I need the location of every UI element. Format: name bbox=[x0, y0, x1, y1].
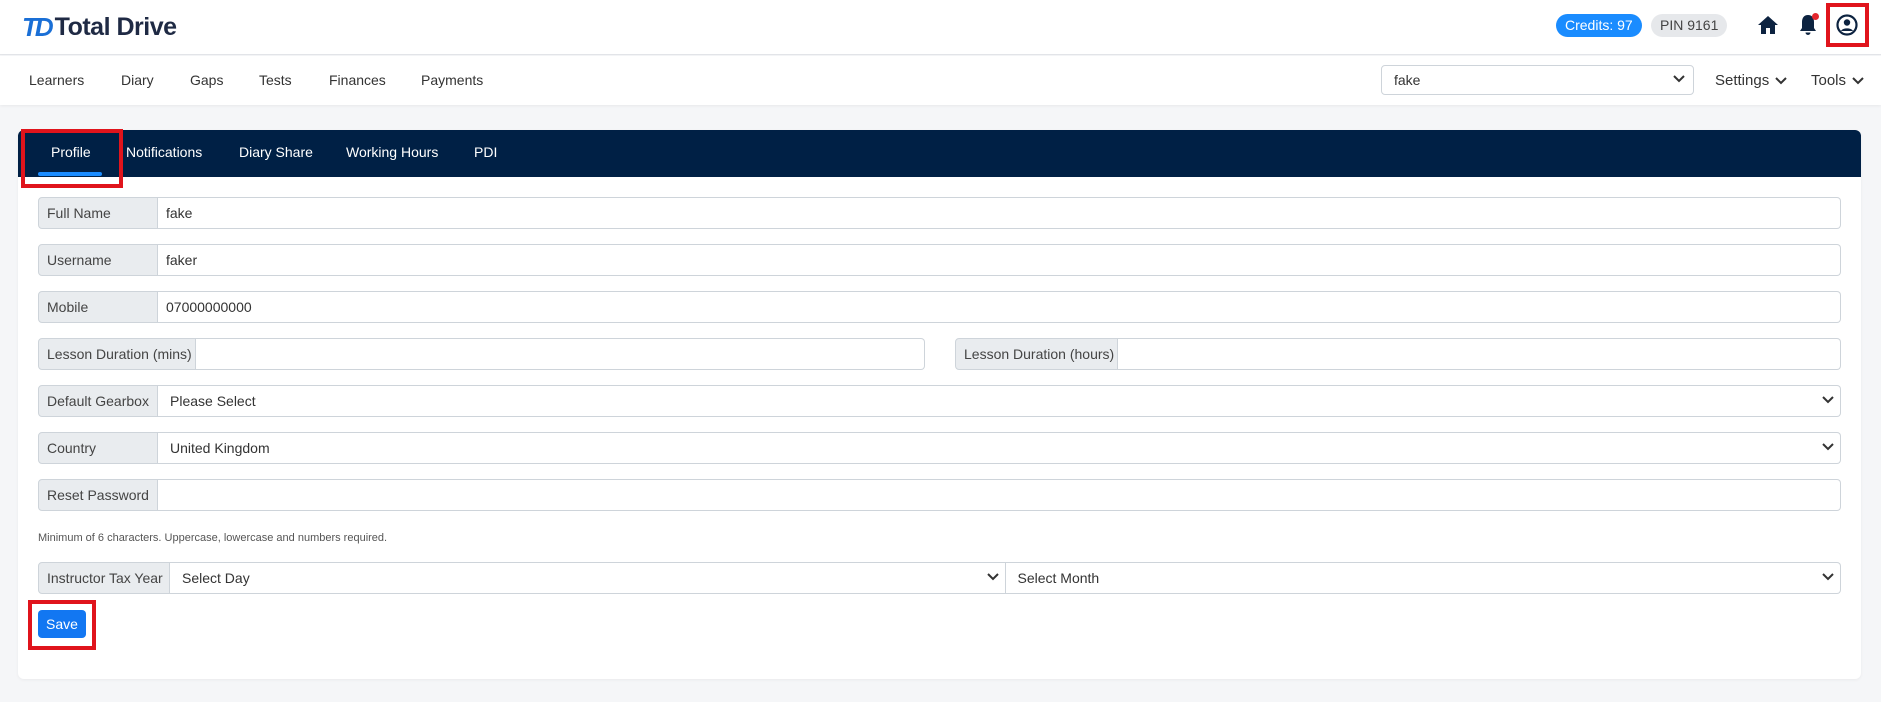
username-input[interactable]: faker bbox=[158, 244, 1841, 276]
tax-month-select[interactable]: Select Month bbox=[1005, 562, 1841, 594]
settings-dropdown[interactable]: Settings bbox=[1715, 72, 1787, 89]
country-select[interactable]: United Kingdom bbox=[158, 432, 1841, 464]
gearbox-select[interactable]: Please Select bbox=[158, 385, 1841, 417]
lesson-mins-label: Lesson Duration (mins) bbox=[38, 338, 196, 370]
tab-diary-share[interactable]: Diary Share bbox=[239, 144, 313, 160]
notification-dot bbox=[1812, 13, 1819, 20]
password-help-text: Minimum of 6 characters. Uppercase, lowe… bbox=[38, 532, 388, 544]
full-name-label: Full Name bbox=[38, 197, 158, 229]
highlight-user-icon bbox=[1826, 3, 1869, 47]
credits-badge[interactable]: Credits: 97 bbox=[1556, 14, 1642, 37]
highlight-profile-tab bbox=[21, 129, 123, 188]
country-value: United Kingdom bbox=[170, 440, 270, 456]
tax-day-select[interactable]: Select Day bbox=[170, 562, 1006, 594]
reset-password-label: Reset Password bbox=[38, 479, 158, 511]
highlight-save-button bbox=[28, 600, 96, 650]
instructor-select-value: fake bbox=[1394, 72, 1421, 88]
tab-notifications[interactable]: Notifications bbox=[126, 144, 202, 160]
home-icon[interactable] bbox=[1754, 11, 1782, 39]
tab-pdi[interactable]: PDI bbox=[474, 144, 497, 160]
settings-label: Settings bbox=[1715, 72, 1770, 89]
top-bar: TD Total Drive Credits: 97 PIN 9161 bbox=[0, 0, 1881, 55]
chevron-down-icon bbox=[1822, 396, 1834, 404]
chevron-down-icon bbox=[1822, 443, 1834, 451]
tools-dropdown[interactable]: Tools bbox=[1811, 72, 1864, 89]
tools-label: Tools bbox=[1811, 72, 1847, 89]
logo-text: Total Drive bbox=[54, 12, 177, 41]
chevron-down-icon bbox=[986, 573, 999, 581]
pin-badge: PIN 9161 bbox=[1651, 14, 1728, 37]
nav-tests[interactable]: Tests bbox=[259, 72, 292, 88]
lesson-hours-label: Lesson Duration (hours) bbox=[955, 338, 1118, 370]
country-label: Country bbox=[38, 432, 158, 464]
tax-day-value: Select Day bbox=[182, 570, 250, 586]
username-label: Username bbox=[38, 244, 158, 276]
mobile-row: Mobile 07000000000 bbox=[38, 291, 1841, 323]
logo[interactable]: TD Total Drive bbox=[22, 12, 177, 42]
reset-password-row: Reset Password bbox=[38, 479, 1841, 511]
tab-bar: Profile Notifications Diary Share Workin… bbox=[18, 130, 1861, 177]
full-name-input[interactable]: fake bbox=[158, 197, 1841, 229]
nav-payments[interactable]: Payments bbox=[421, 72, 483, 88]
lesson-hours-row: Lesson Duration (hours) bbox=[955, 338, 1841, 370]
bell-icon[interactable] bbox=[1794, 11, 1822, 39]
chevron-down-icon bbox=[1852, 76, 1864, 84]
chevron-down-icon bbox=[1822, 573, 1834, 581]
lesson-hours-input[interactable] bbox=[1118, 338, 1841, 370]
tax-month-value: Select Month bbox=[1017, 570, 1100, 586]
lesson-mins-input[interactable] bbox=[196, 338, 925, 370]
gearbox-value: Please Select bbox=[170, 393, 256, 409]
country-row: Country United Kingdom bbox=[38, 432, 1841, 464]
tax-year-row: Instructor Tax Year Select Day Select Mo… bbox=[38, 562, 1841, 594]
mobile-label: Mobile bbox=[38, 291, 158, 323]
lesson-mins-row: Lesson Duration (mins) bbox=[38, 338, 925, 370]
full-name-row: Full Name fake bbox=[38, 197, 1841, 229]
mobile-input[interactable]: 07000000000 bbox=[158, 291, 1841, 323]
tab-working-hours[interactable]: Working Hours bbox=[346, 144, 438, 160]
logo-mark: TD bbox=[22, 11, 54, 42]
gearbox-label: Default Gearbox bbox=[38, 385, 158, 417]
chevron-down-icon bbox=[1673, 75, 1685, 83]
nav-gaps[interactable]: Gaps bbox=[190, 72, 223, 88]
instructor-select[interactable]: fake bbox=[1381, 65, 1694, 95]
nav-diary[interactable]: Diary bbox=[121, 72, 154, 88]
chevron-down-icon bbox=[1775, 76, 1787, 84]
nav-bar: Learners Diary Gaps Tests Finances Payme… bbox=[0, 56, 1881, 105]
username-row: Username faker bbox=[38, 244, 1841, 276]
tax-year-label: Instructor Tax Year bbox=[38, 562, 170, 594]
gearbox-row: Default Gearbox Please Select bbox=[38, 385, 1841, 417]
nav-learners[interactable]: Learners bbox=[29, 72, 84, 88]
nav-finances[interactable]: Finances bbox=[329, 72, 386, 88]
reset-password-input[interactable] bbox=[158, 479, 1841, 511]
